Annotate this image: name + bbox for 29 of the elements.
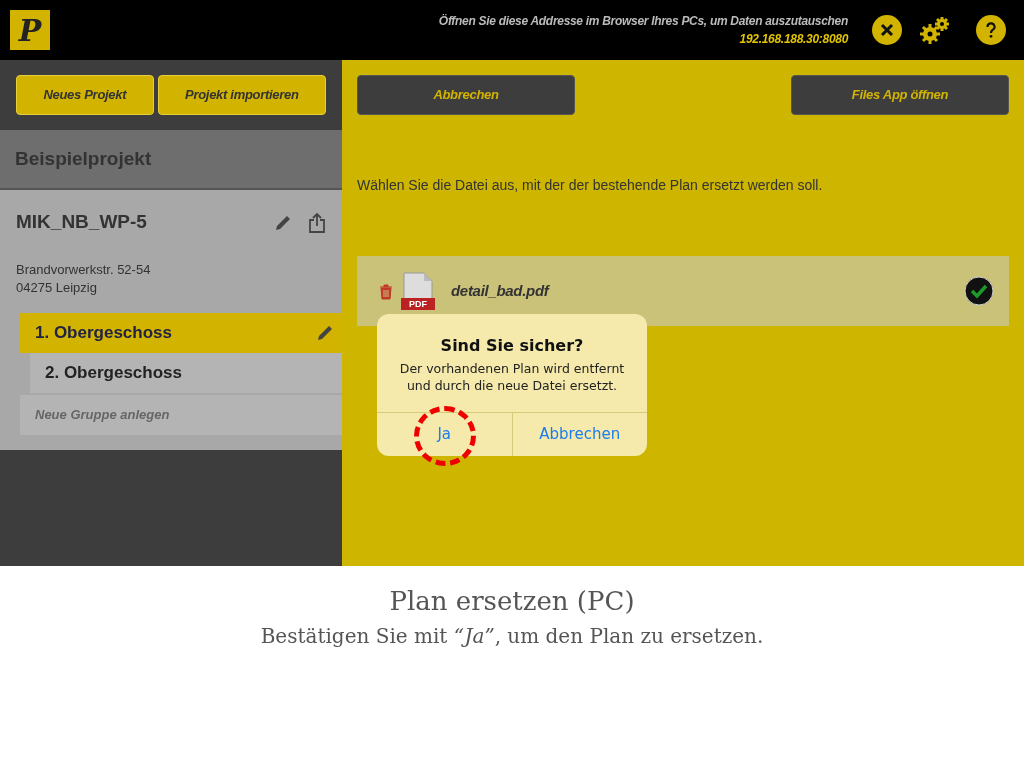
dialog-button[interactable]: Ja (377, 412, 512, 456)
caption-title: Plan ersetzen (PC) (388, 585, 636, 618)
cancel-button[interactable]: Abbrechen (357, 75, 575, 115)
floor-item[interactable]: 2. Obergeschoss (30, 352, 342, 393)
help-icon (986, 22, 996, 38)
new-group-item[interactable]: Neue Gruppe anlegen (20, 394, 342, 435)
help-button[interactable] (976, 15, 1006, 45)
files-button[interactable]: Files App öffnen (791, 75, 1009, 115)
caption-text: Bestätigen Sie mit “Ja”, um den Plan zu ersetzen. (259, 623, 765, 650)
floor-item[interactable]: 1. Obergeschoss (20, 312, 342, 353)
close-icon (880, 23, 894, 37)
share-icon[interactable] (308, 210, 326, 235)
settings-icon[interactable] (918, 15, 952, 45)
dialog-title: Sind Sie sicher? (439, 335, 585, 357)
dialog-message: Der vorhandenen Plan wird entfernt und durch die neue Datei ersetzt. (398, 360, 626, 395)
logo: P (10, 10, 50, 50)
project-name: MIK_NB_WP-5 (16, 210, 148, 234)
address-line: 04275 Leipzig (16, 278, 98, 297)
address-line: Brandvorwerkstr. 52-54 (16, 260, 152, 279)
ip-address: 192.168.188.30:8080 (738, 31, 848, 48)
close-button[interactable] (872, 15, 902, 45)
file-name: detail_bad.pdf (451, 280, 551, 301)
section-title: Beispielprojekt (0, 130, 342, 190)
pdf-file-icon: PDF (401, 272, 435, 310)
dialog-button[interactable]: Abbrechen (511, 412, 647, 456)
instruction-text: Wählen Sie die Datei aus, mit der der bestehende Plan ersetzt werden soll. (357, 176, 824, 195)
address-hint: Öffnen Sie diese Addresse im Browser Ihres PCs, um Daten auszutauschen (438, 13, 848, 30)
sidebar-button[interactable]: Neues Projekt (16, 75, 154, 115)
sidebar-button[interactable]: Projekt importieren (157, 75, 326, 115)
